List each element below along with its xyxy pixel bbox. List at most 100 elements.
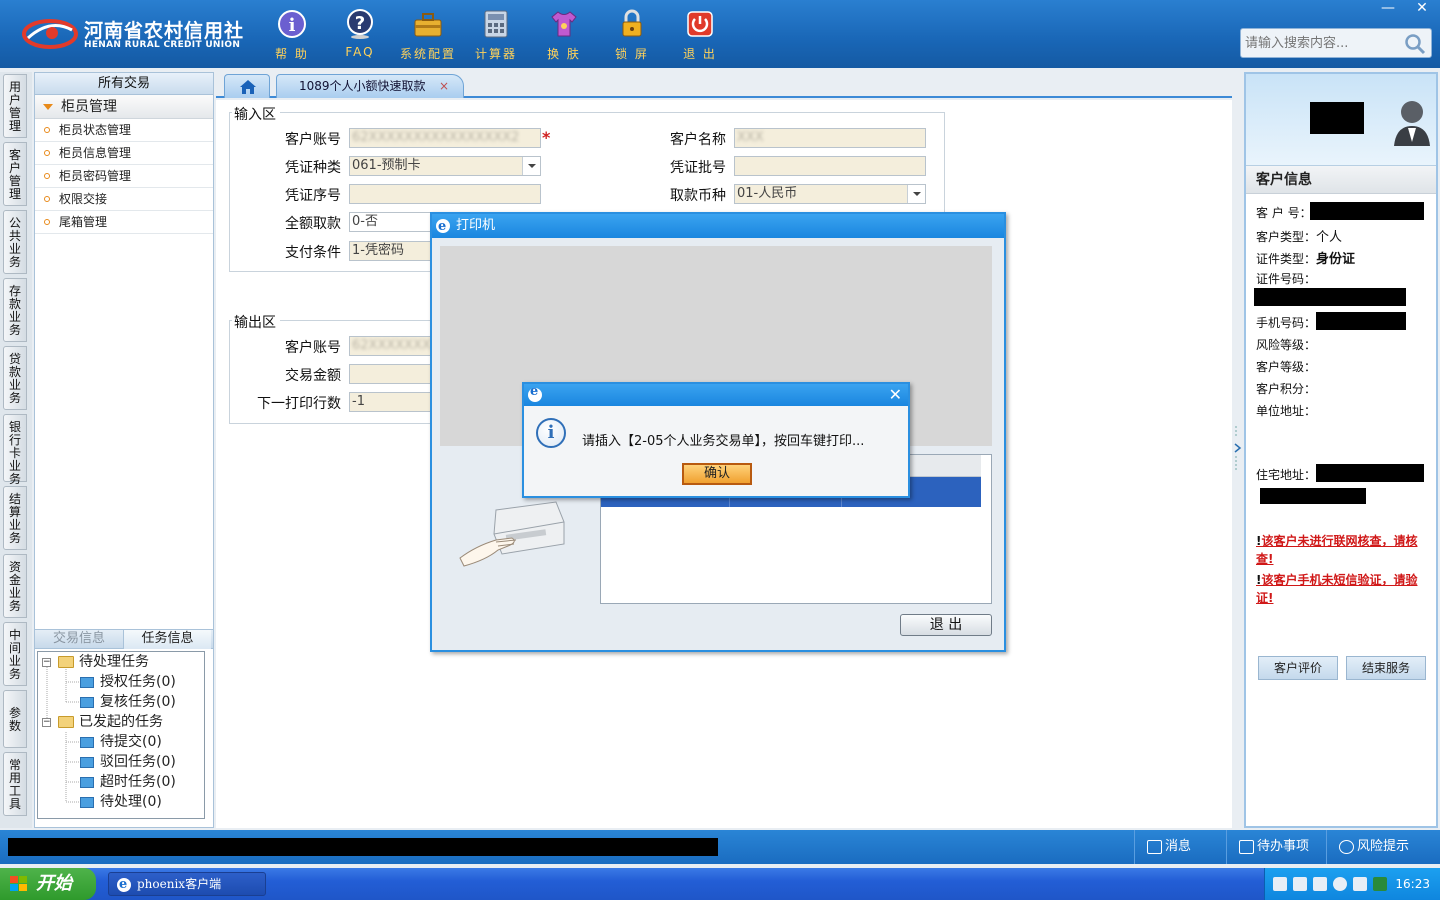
customer-name-input[interactable]: XXX: [734, 128, 926, 148]
redacted-id-number: [1254, 288, 1406, 306]
tool-tray-icon[interactable]: [1313, 877, 1327, 891]
vtab-settlement-biz[interactable]: 结算业务: [3, 486, 27, 550]
help-tray-icon[interactable]: [1293, 877, 1307, 891]
customer-photo-area: [1246, 74, 1436, 166]
bullet-icon: [44, 173, 50, 179]
vtab-tools[interactable]: 常用工具: [3, 752, 27, 816]
tab-close-button[interactable]: ×: [439, 75, 449, 97]
messages-button[interactable]: 消息: [1134, 830, 1226, 864]
vtab-deposit-biz[interactable]: 存款业务: [3, 278, 27, 342]
voucher-type-select[interactable]: 061-预制卡: [349, 156, 541, 176]
search-icon[interactable]: [1403, 32, 1427, 56]
id-type-value: 身份证: [1316, 252, 1356, 267]
menu-item-teller-password[interactable]: 柜员密码管理: [35, 165, 213, 188]
svg-text:?: ?: [355, 13, 365, 34]
left-panel-tabs: 交易信息 任务信息: [35, 629, 213, 649]
vertical-nav: 用户管理 客户管理 公共业务 存款业务 贷款业务 银行卡业务 结算业务 资金业务…: [0, 72, 32, 828]
panel-collapse-handle[interactable]: [1234, 426, 1242, 470]
redacted-status-text: [8, 838, 718, 856]
currency-label: 取款币种: [670, 188, 726, 204]
back-arrow-icon[interactable]: [1333, 877, 1347, 891]
lock-screen-button[interactable]: 锁 屏: [602, 6, 662, 64]
ie-icon: [436, 215, 450, 239]
confirm-button[interactable]: 确认: [682, 463, 752, 485]
menu-group-teller[interactable]: 柜员管理: [35, 95, 213, 119]
menu-item-teller-info[interactable]: 柜员信息管理: [35, 142, 213, 165]
window-close-button[interactable]: ✕: [1406, 0, 1438, 18]
vtab-user-mgmt[interactable]: 用户管理: [3, 74, 27, 138]
vtab-customer-mgmt[interactable]: 客户管理: [3, 142, 27, 206]
tab-transaction-info[interactable]: 交易信息: [35, 630, 123, 649]
tree-timeout[interactable]: 超时任务(0): [80, 772, 176, 792]
vpn-icon[interactable]: [1373, 877, 1387, 891]
tree-review-tasks[interactable]: 复核任务(0): [80, 692, 176, 712]
exit-button[interactable]: 退 出: [670, 6, 730, 64]
vtab-intermediate-biz[interactable]: 中间业务: [3, 622, 27, 686]
app-logo: 河南省农村信用社 HENAN RURAL CREDIT UNION: [22, 14, 245, 54]
mail-icon: [1147, 840, 1162, 854]
tree-initiated-tasks[interactable]: 已发起的任务: [58, 712, 163, 732]
all-transactions-header[interactable]: 所有交易: [35, 73, 213, 95]
voucher-seq-input[interactable]: [349, 184, 541, 204]
vtab-loan-biz[interactable]: 贷款业务: [3, 346, 27, 410]
tree-rejected[interactable]: 驳回任务(0): [80, 752, 176, 772]
dropdown-arrow-icon[interactable]: [907, 185, 925, 203]
menu-item-teller-status[interactable]: 柜员状态管理: [35, 119, 213, 142]
task-icon: [80, 696, 94, 708]
end-service-button[interactable]: 结束服务: [1346, 656, 1426, 680]
warning-network-check[interactable]: !该客户未进行联网核查，请核查!: [1256, 532, 1434, 568]
home-icon: [240, 80, 256, 94]
risk-level-label: 风险等级：: [1256, 338, 1317, 352]
account-input[interactable]: 62XXXXXXXXXXXXXXXX2: [349, 128, 541, 148]
risk-alert-button[interactable]: 风险提示: [1326, 830, 1440, 864]
vtab-params[interactable]: 参数: [3, 690, 27, 748]
minimize-button[interactable]: —: [1372, 0, 1404, 18]
message-close-button[interactable]: ✕: [889, 385, 902, 404]
printer-exit-button[interactable]: 退 出: [900, 614, 992, 636]
tree-auth-tasks[interactable]: 授权任务(0): [80, 672, 176, 692]
warning-sms-verify[interactable]: !该客户手机未短信验证，请验证!: [1256, 571, 1434, 607]
currency-select[interactable]: 01-人民币: [734, 184, 926, 204]
customer-info-header: 客户信息: [1246, 166, 1436, 194]
voucher-batch-input[interactable]: [734, 156, 926, 176]
start-button[interactable]: 开始: [0, 868, 96, 900]
change-skin-button[interactable]: 换 肤: [534, 6, 594, 64]
help-button[interactable]: i 帮 助: [262, 6, 322, 64]
taskbar-phoenix-client[interactable]: phoenix客户端: [108, 872, 266, 896]
tab-quick-withdraw[interactable]: 1089个人小额快速取款 ×: [276, 74, 464, 98]
message-box: ✕ i 请插入【2-05个人业务交易单】，按回车键打印... 确认: [522, 382, 910, 498]
avatar-icon: [1394, 101, 1430, 146]
toolbox-icon: [414, 13, 442, 37]
tab-task-info[interactable]: 任务信息: [123, 630, 211, 649]
faq-button[interactable]: ? FAQ: [330, 6, 390, 64]
menu-item-cashbox[interactable]: 尾箱管理: [35, 211, 213, 234]
vtab-public-biz[interactable]: 公共业务: [3, 210, 27, 274]
brand-english: HENAN RURAL CREDIT UNION: [84, 40, 241, 50]
search-input[interactable]: [1241, 29, 1401, 57]
customer-rating-button[interactable]: 客户评价: [1258, 656, 1338, 680]
customer-number-label: 客 户 号：: [1256, 206, 1312, 220]
task-icon: [80, 756, 94, 768]
system-config-button[interactable]: 系统配置: [398, 6, 458, 64]
collapse-toggle[interactable]: −: [42, 718, 51, 727]
dropdown-arrow-icon[interactable]: [522, 157, 540, 175]
tree-pending-tasks[interactable]: 待处理任务: [58, 652, 149, 672]
info-icon: i: [278, 10, 306, 38]
tree-to-submit[interactable]: 待提交(0): [80, 732, 162, 752]
tab-home[interactable]: [224, 74, 270, 98]
vtab-card-biz[interactable]: 银行卡业务: [3, 414, 27, 486]
logo-mark-icon: [22, 19, 78, 49]
calculator-button[interactable]: 计算器: [466, 6, 526, 64]
tree-to-process[interactable]: 待处理(0): [80, 792, 162, 812]
keyboard-icon[interactable]: [1273, 877, 1287, 891]
todo-button[interactable]: 待办事项: [1226, 830, 1326, 864]
menu-item-permission-handover[interactable]: 权限交接: [35, 188, 213, 211]
network-icon[interactable]: [1353, 877, 1367, 891]
collapse-toggle[interactable]: −: [42, 658, 51, 667]
task-icon: [80, 676, 94, 688]
bullet-icon: [44, 219, 50, 225]
next-line-label: 下一打印行数: [257, 396, 341, 412]
shirt-icon: [551, 11, 577, 37]
brand-chinese: 河南省农村信用社: [84, 20, 245, 42]
vtab-fund-biz[interactable]: 资金业务: [3, 554, 27, 618]
